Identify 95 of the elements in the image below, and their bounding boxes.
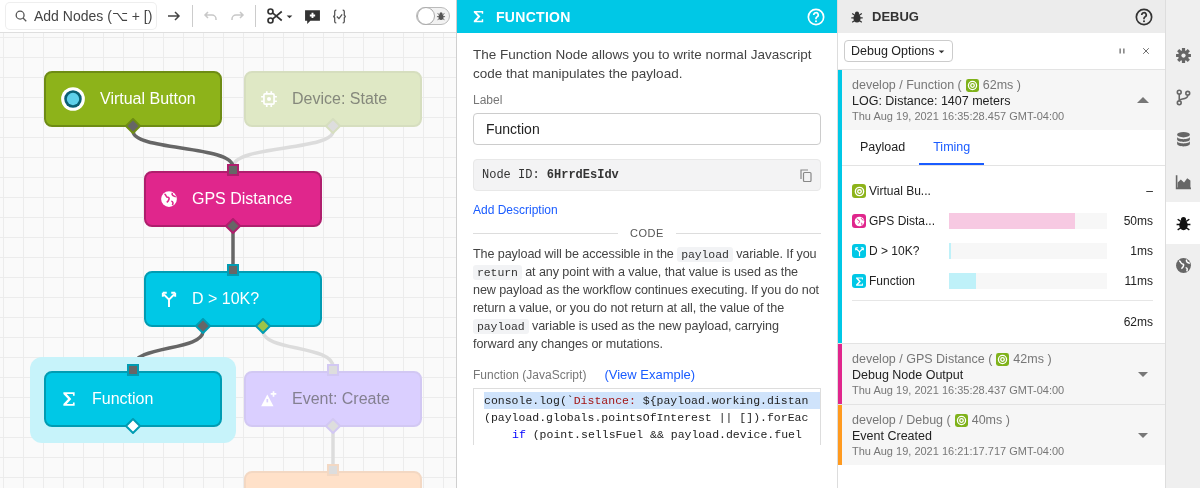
pause-button[interactable]	[1117, 46, 1127, 56]
globe-icon	[160, 190, 178, 208]
chip-icon	[260, 90, 278, 108]
connector-line	[231, 231, 235, 267]
debug-entry[interactable]: develop / Function ( 62ms ) LOG: Distance: 1407 meters Thu Aug 19, 2021 16:35:28.457 GMT-04:00 Payload Timing Virtual Bu... – GPS Dista... 50ms D > 10K? 1ms Function 11ms 62ms	[838, 69, 1165, 343]
workflow-node[interactable]: Device: State	[244, 71, 422, 127]
node-id-text: Node ID: 6HrrdEsIdv	[482, 168, 619, 182]
copy-icon	[800, 168, 812, 182]
node-label: Function	[92, 390, 154, 408]
entry-timestamp: Thu Aug 19, 2021 16:35:28.437 GMT-04:00	[852, 384, 1066, 396]
code-editor[interactable]: console.log(`Distance: ${payload.working.distan (payload.globals.pointsOfInterest || []).forEac if (point.sellsFuel && payload.device.fuel	[473, 388, 821, 445]
help-button[interactable]	[1135, 7, 1153, 26]
code-braces-button[interactable]	[331, 7, 348, 25]
globe-icon	[1175, 256, 1192, 274]
entry-message: Event Created	[852, 429, 933, 443]
sidebar-tab[interactable]	[1166, 202, 1200, 244]
database-icon	[1175, 130, 1192, 148]
sigma-icon	[60, 390, 78, 408]
cut-menu-button[interactable]	[266, 7, 294, 25]
output-port[interactable]	[125, 418, 141, 434]
view-example-link[interactable]: (View Example)	[604, 367, 696, 382]
settings-icon	[1175, 46, 1192, 64]
entry-message: Debug Node Output	[852, 368, 965, 382]
close-icon	[1141, 46, 1151, 56]
input-port[interactable]	[327, 464, 339, 476]
timing-duration: 11ms	[1123, 274, 1153, 288]
close-button[interactable]	[1141, 46, 1151, 56]
timing-duration: –	[1145, 184, 1153, 198]
entry-duration: 42ms )	[1013, 352, 1052, 366]
help-paragraph: The payload will be accessible in the payload variable. If you return at any point with a value, that value is used as the new payload as the workflow continues executing. If you do not return a value, or you do not return at all, the value of the payload variable is used as the new payload, carrying forward any changes or mutations.	[473, 246, 820, 353]
search-icon	[14, 9, 28, 23]
entry-duration: 40ms )	[971, 413, 1010, 427]
node-label: Device: State	[292, 90, 388, 108]
input-port[interactable]	[127, 364, 139, 376]
input-port[interactable]	[327, 364, 339, 376]
entry-timestamp: Thu Aug 19, 2021 16:35:28.457 GMT-04:00	[852, 110, 1066, 122]
warning-plus-icon	[260, 390, 278, 408]
sigma-icon	[471, 9, 486, 24]
node-label: D > 10K?	[192, 290, 260, 308]
timing-node-name: GPS Dista...	[869, 214, 937, 228]
input-port[interactable]	[227, 264, 239, 276]
output-port[interactable]	[195, 318, 211, 334]
input-port[interactable]	[227, 164, 239, 176]
section-heading: CODE	[630, 227, 664, 239]
panel-title: FUNCTION	[496, 8, 572, 25]
copy-button[interactable]	[800, 168, 812, 182]
pause-icon	[1117, 46, 1127, 56]
timing-node-name: Function	[869, 274, 917, 288]
node-label: Event: Create	[292, 390, 390, 408]
bug-icon	[436, 11, 446, 21]
add-comment-button[interactable]	[304, 7, 321, 25]
status-icon	[996, 352, 1010, 366]
code-braces-icon	[331, 7, 348, 25]
area-chart-icon	[1175, 172, 1192, 190]
debug-toggle[interactable]	[416, 7, 450, 25]
entry-source: develop / GPS Distance (	[852, 352, 993, 366]
workflow-node[interactable]: GPS Distance	[144, 171, 322, 227]
comment-plus-icon	[304, 7, 321, 25]
branch-icon	[1175, 88, 1192, 106]
field-label: Label	[473, 93, 504, 107]
status-icon	[954, 413, 968, 427]
entry-duration: 62ms )	[982, 78, 1021, 92]
output-port[interactable]	[255, 318, 271, 334]
output-port[interactable]	[225, 218, 241, 234]
debug-tab[interactable]: Timing	[919, 130, 985, 165]
help-icon	[1135, 7, 1153, 26]
field-label: Function (JavaScript)	[473, 367, 587, 382]
debug-tab[interactable]: Payload	[846, 130, 920, 165]
entry-message: LOG: Distance: 1407 meters	[852, 94, 1012, 108]
label-input[interactable]: Function	[473, 113, 821, 145]
node-label: GPS Distance	[192, 190, 293, 208]
timing-duration: 1ms	[1129, 244, 1153, 258]
panel-title: DEBUG	[872, 9, 920, 24]
add-description-link[interactable]: Add Description	[473, 203, 558, 217]
bug-icon	[1175, 214, 1192, 232]
code-line: (payload.globals.pointsOfInterest || []).forEac	[484, 410, 810, 426]
entry-source: develop / Debug (	[852, 413, 951, 427]
code-line: if (point.sellsFuel && payload.device.fuel	[511, 427, 803, 443]
radio-button-icon	[60, 86, 86, 112]
timing-total: 62ms	[1123, 315, 1153, 329]
output-port[interactable]	[125, 118, 141, 134]
timing-duration: 50ms	[1122, 214, 1153, 228]
entry-timestamp: Thu Aug 19, 2021 16:21:17.717 GMT-04:00	[852, 445, 1066, 457]
search-field[interactable]: Add Nodes (⌥ + [)	[6, 3, 156, 29]
timing-node-name: D > 10K?	[869, 244, 921, 258]
node-label: Virtual Button	[100, 90, 196, 108]
bug-icon	[850, 9, 864, 24]
timing-node-name: Virtual Bu...	[869, 184, 932, 198]
debug-options-dropdown[interactable]: Debug Options	[844, 40, 954, 62]
scissors-icon	[266, 7, 284, 25]
fork-icon	[160, 290, 178, 308]
help-icon	[807, 7, 825, 26]
node-description: The Function Node allows you to write normal Javascript code that manipulates the payload.	[473, 46, 813, 83]
status-icon	[965, 78, 979, 92]
entry-source: develop / Function (	[852, 78, 962, 92]
